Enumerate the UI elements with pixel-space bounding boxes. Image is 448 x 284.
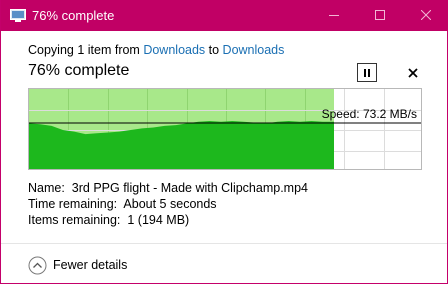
file-name-row: Name: 3rd PPG flight - Made with Clipcha… (28, 181, 308, 195)
maximize-icon (375, 10, 385, 20)
minimize-icon (329, 15, 339, 16)
close-window-button[interactable] (403, 0, 448, 31)
title-bar[interactable]: 76% complete (1, 0, 448, 31)
items-remaining-row: Items remaining: 1 (194 MB) (28, 213, 189, 227)
minimize-button[interactable] (311, 0, 357, 31)
copy-description: Copying 1 item from Downloads to Downloa… (28, 43, 284, 57)
footer-divider (1, 243, 447, 244)
transfer-speed-graph: Speed: 73.2 MB/s (28, 88, 422, 170)
cancel-button[interactable] (405, 65, 421, 81)
copy-middle: to (205, 43, 223, 57)
copy-prefix: Copying 1 item from (28, 43, 144, 57)
maximize-button[interactable] (357, 0, 403, 31)
file-copy-icon (10, 9, 26, 22)
close-icon (408, 68, 418, 78)
source-folder-link[interactable]: Downloads (143, 43, 205, 57)
time-remaining-row: Time remaining: About 5 seconds (28, 197, 217, 211)
progress-heading: 76% complete (28, 62, 130, 79)
copy-dialog-window: 76% complete Copying 1 item from Downloa… (0, 0, 448, 284)
time-label: Time remaining: (28, 197, 118, 211)
destination-folder-link[interactable]: Downloads (223, 43, 285, 57)
items-value: 1 (194 MB) (127, 213, 190, 227)
chevron-up-icon (28, 256, 47, 275)
window-title: 76% complete (32, 8, 115, 23)
speed-label: Speed: 73.2 MB/s (321, 107, 417, 121)
pause-button[interactable] (357, 63, 377, 82)
speed-graph-canvas (29, 89, 421, 169)
time-value: About 5 seconds (123, 197, 217, 211)
items-label: Items remaining: (28, 213, 121, 227)
close-icon (421, 10, 431, 20)
name-label: Name: (28, 181, 65, 195)
fewer-details-label: Fewer details (53, 258, 128, 272)
name-value: 3rd PPG flight - Made with Clipchamp.mp4 (71, 181, 308, 195)
